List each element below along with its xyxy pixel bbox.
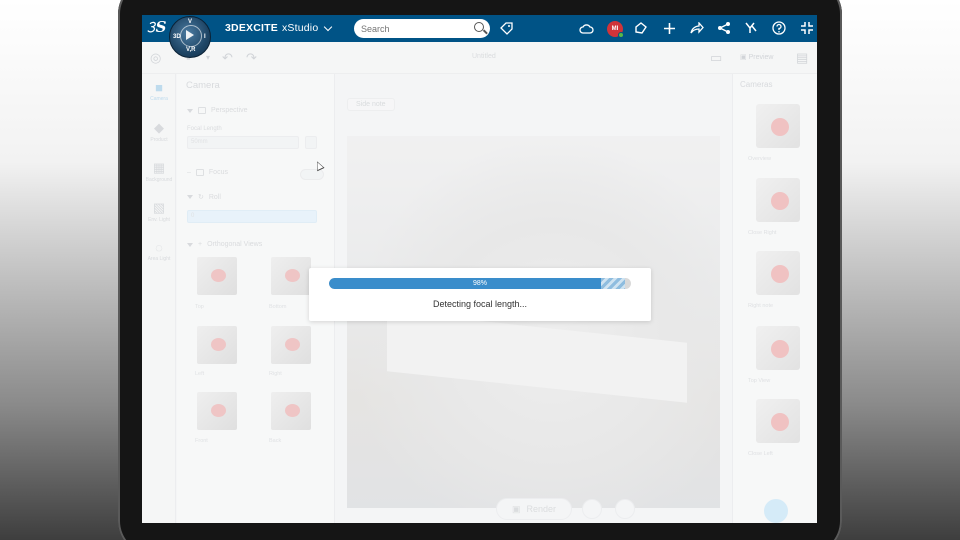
progress-dialog: 98% Detecting focal length... [309, 268, 651, 321]
brand-name: 3DEXCITE [225, 22, 278, 34]
share-note-icon[interactable] [633, 20, 649, 36]
compass-right-label: I [204, 34, 206, 40]
help-icon[interactable] [771, 20, 787, 36]
search-icon[interactable] [474, 22, 484, 32]
progress-message: Detecting focal length... [432, 299, 528, 309]
compass-icon[interactable]: V 3D I V,R [169, 16, 211, 58]
network-icon[interactable] [716, 20, 732, 36]
top-bar: 𝟹S V 3D I V,R 3DEXCITE xStudio MI [142, 15, 817, 58]
app-brand[interactable]: 3DEXCITE xStudio [225, 22, 333, 34]
cloud-icon[interactable] [578, 20, 594, 36]
ds-logo-icon[interactable]: 𝟹S [146, 18, 166, 38]
3dswym-icon[interactable] [743, 20, 759, 36]
compass-left-label: 3D [173, 34, 181, 40]
fullscreen-icon[interactable] [799, 20, 815, 36]
plus-icon[interactable] [661, 20, 677, 36]
progress-bar: 98% [329, 278, 631, 289]
progress-percent: 98% [472, 280, 487, 287]
share-icon[interactable] [689, 20, 705, 36]
search-box [354, 19, 490, 39]
compass-top-label: V [188, 19, 193, 25]
app-screen: 𝟹S V 3D I V,R 3DEXCITE xStudio MI [142, 15, 817, 523]
play-icon [186, 30, 194, 40]
app-name: xStudio [281, 22, 319, 34]
avatar-initials: MI [611, 26, 619, 32]
compass-bottom-label: V,R [186, 47, 196, 53]
online-status-icon [618, 32, 624, 38]
avatar[interactable]: MI [607, 21, 624, 38]
search-input[interactable] [354, 19, 464, 39]
tag-icon[interactable] [498, 20, 514, 36]
chevron-down-icon [324, 22, 333, 31]
